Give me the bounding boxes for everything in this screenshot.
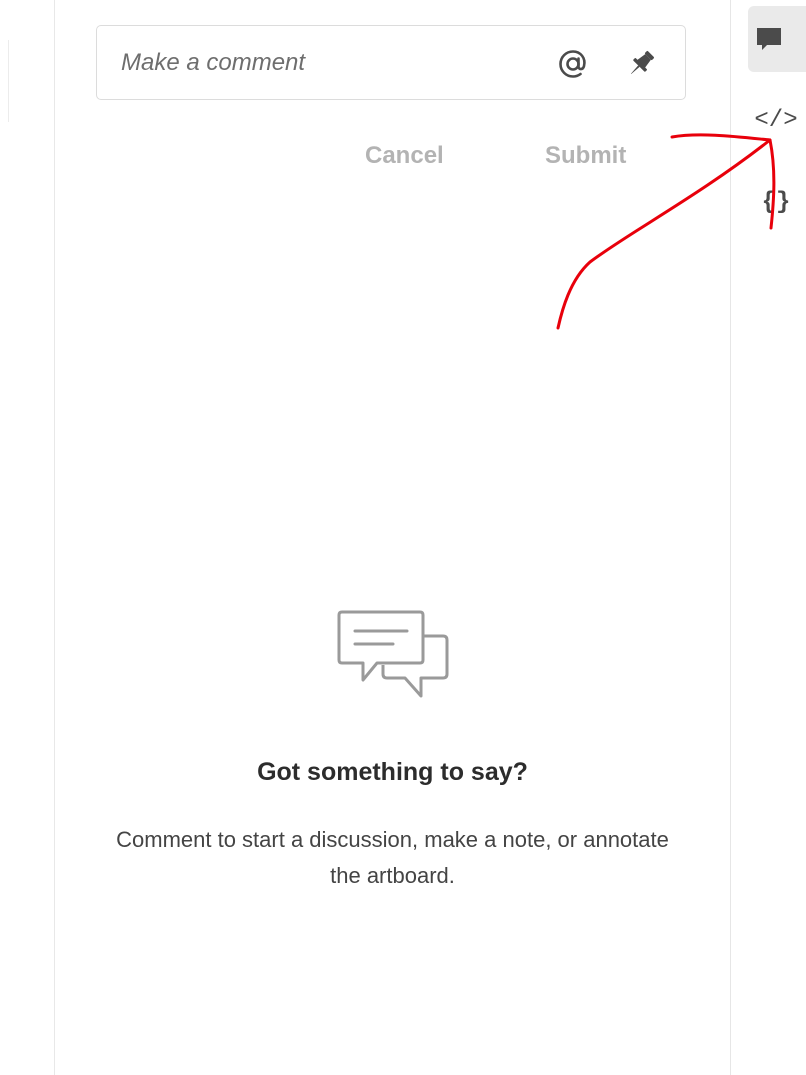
speech-bubbles-icon (337, 610, 449, 698)
braces-icon: {} (761, 188, 791, 216)
rail-json-button[interactable]: {} (751, 182, 801, 222)
cancel-button[interactable]: Cancel (365, 138, 444, 174)
comments-panel: Cancel Submit Got something to say? Comm… (55, 0, 731, 1075)
comment-box (96, 25, 686, 100)
comment-icon (757, 28, 781, 50)
right-rail: </> {} (731, 0, 806, 1075)
empty-state-description: Comment to start a discussion, make a no… (116, 827, 669, 888)
left-panel-divider (0, 40, 9, 122)
empty-state-title: Got something to say? (257, 758, 528, 786)
pin-icon (630, 50, 655, 75)
rail-comments-button[interactable] (748, 6, 806, 72)
left-panel-edge (0, 0, 55, 1075)
at-icon (559, 50, 586, 78)
submit-button[interactable]: Submit (545, 138, 626, 174)
mention-button[interactable] (555, 46, 591, 82)
pin-button[interactable] (623, 46, 659, 82)
code-icon: </> (754, 106, 798, 134)
rail-code-button[interactable]: </> (751, 100, 801, 140)
comment-input[interactable] (121, 48, 521, 78)
